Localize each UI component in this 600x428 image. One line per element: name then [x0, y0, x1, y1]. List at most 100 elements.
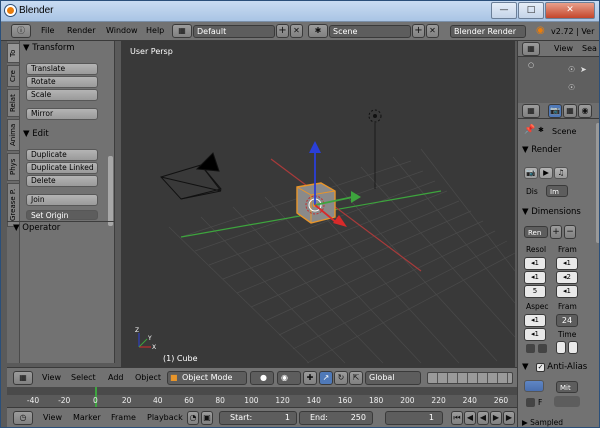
tab-relations[interactable]: Relat — [7, 89, 20, 117]
properties-type-icon[interactable]: ▦ — [522, 104, 540, 118]
resolution-y-field[interactable]: ◂1 — [524, 271, 546, 284]
scene-field[interactable]: Scene — [329, 25, 411, 38]
frame-start-field[interactable]: ◂1 — [556, 257, 578, 270]
transform-panel-header[interactable]: ▼ Transform — [23, 43, 109, 53]
outliner-view-menu[interactable]: View — [554, 44, 573, 53]
menu-object[interactable]: Object — [135, 373, 161, 382]
menu-view[interactable]: View — [42, 373, 61, 382]
menu-render[interactable]: Render — [67, 26, 95, 35]
scale-manipulator-icon[interactable]: ⇱ — [349, 371, 363, 385]
resolution-x-field[interactable]: ◂1 — [524, 257, 546, 270]
sampled-motion-blur-header[interactable]: ▶ Sampled — [522, 418, 563, 427]
outliner-search-menu[interactable]: Sea — [582, 44, 597, 53]
menu-add[interactable]: Add — [108, 373, 124, 382]
menu-frame[interactable]: Frame — [111, 413, 136, 422]
interaction-mode-select[interactable]: Object Mode — [167, 371, 247, 385]
render-audio-button[interactable]: ♫ — [554, 167, 568, 179]
rotate-button[interactable]: Rotate — [26, 76, 98, 88]
duplicate-linked-button[interactable]: Duplicate Linked — [26, 162, 98, 174]
dimensions-panel-header[interactable]: ▼ Dimensions — [522, 207, 581, 217]
start-frame-field[interactable]: Start: 1 — [219, 411, 297, 425]
render-still-button[interactable]: 📷 — [524, 167, 538, 179]
tab-create[interactable]: Cre — [7, 65, 20, 87]
aa-samples-5[interactable] — [524, 380, 544, 392]
timeline-ruler[interactable]: -40 -20 0 20 40 60 80 100 120 140 160 180 200 220 240 2… — [7, 387, 517, 407]
add-preset-icon[interactable]: + — [550, 225, 562, 239]
pivot-select[interactable]: ◉ — [277, 371, 301, 385]
time-new-field[interactable] — [568, 341, 578, 354]
render-tab-icon[interactable]: 📷 — [548, 104, 562, 118]
outliner-row-icon[interactable]: ○ — [528, 61, 534, 69]
layer-buttons[interactable] — [427, 372, 513, 384]
screen-layout-field[interactable]: Default — [193, 25, 275, 38]
tab-tools[interactable]: To — [7, 43, 20, 63]
prev-keyframe-icon[interactable]: ◀ — [464, 411, 476, 425]
render-engine-select[interactable]: Blender Render — [450, 25, 526, 38]
visibility-eye-icon[interactable]: ☉ — [568, 83, 575, 92]
menu-marker[interactable]: Marker — [73, 413, 101, 422]
scene-icon[interactable]: ✱ — [308, 24, 328, 38]
anti-alias-panel-header[interactable]: ▼ ✓ Anti-Alias — [522, 362, 587, 372]
add-screen-icon[interactable]: + — [276, 24, 289, 38]
set-origin-select[interactable]: Set Origin — [26, 210, 98, 220]
delete-button[interactable]: Delete — [26, 175, 98, 187]
render-preset-select[interactable]: Ren — [524, 226, 548, 238]
pin-icon[interactable]: 📌 — [524, 125, 535, 135]
jump-start-icon[interactable]: ⏮ — [451, 411, 463, 425]
operator-panel-header[interactable]: ▼ Operator — [13, 223, 99, 233]
lamp-object[interactable] — [368, 109, 382, 189]
camera-object[interactable] — [160, 152, 222, 200]
selectable-arrow-icon[interactable]: ➤ — [580, 65, 587, 74]
render-layers-tab-icon[interactable]: ▦ — [563, 104, 577, 118]
aa-filter-select[interactable]: Mit — [556, 381, 578, 393]
play-icon[interactable]: ▶ — [490, 411, 502, 425]
frame-end-field[interactable]: ◂2 — [556, 271, 578, 284]
filter-size-field[interactable] — [554, 396, 580, 407]
outliner-type-icon[interactable]: ▦ — [522, 42, 540, 56]
frame-step-field[interactable]: ◂1 — [556, 285, 578, 298]
full-sample-checkbox[interactable] — [526, 398, 535, 407]
lock-icon[interactable]: ▣ — [201, 411, 213, 425]
scale-button[interactable]: Scale — [26, 89, 98, 101]
outliner-tree[interactable]: ○ ☉ ➤ ☉ — [518, 57, 599, 103]
next-keyframe-icon[interactable]: ▶ — [503, 411, 515, 425]
resolution-percent-field[interactable]: 5 — [524, 285, 546, 298]
play-reverse-icon[interactable]: ◀ — [477, 411, 489, 425]
close-button[interactable]: ✕ — [545, 2, 595, 19]
menu-select[interactable]: Select — [71, 373, 96, 382]
edit-panel-header[interactable]: ▼ Edit — [23, 129, 109, 139]
menu-playback[interactable]: Playback — [147, 413, 183, 422]
translate-manipulator-icon[interactable]: ↗ — [319, 371, 333, 385]
crop-checkbox[interactable] — [538, 344, 547, 353]
tool-shelf-scrollbar[interactable] — [108, 156, 113, 226]
render-animation-button[interactable]: ▶ — [539, 167, 553, 179]
frame-rate-select[interactable]: 24 — [556, 314, 578, 327]
shading-select[interactable]: ● — [250, 371, 274, 385]
anti-alias-checkbox[interactable]: ✓ — [536, 363, 545, 372]
menu-window[interactable]: Window — [106, 26, 138, 35]
editor-type-icon[interactable]: ▦ — [13, 371, 33, 385]
remove-screen-icon[interactable]: ✕ — [290, 24, 303, 38]
end-frame-field[interactable]: End: 250 — [299, 411, 373, 425]
duplicate-button[interactable]: Duplicate — [26, 149, 98, 161]
translate-button[interactable]: Translate — [26, 63, 98, 75]
remove-scene-icon[interactable]: ✕ — [426, 24, 439, 38]
editor-type-icon[interactable]: ⓘ — [11, 24, 31, 38]
aspect-x-field[interactable]: ◂1 — [524, 314, 546, 327]
mirror-button[interactable]: Mirror — [26, 108, 98, 120]
render-panel-header[interactable]: ▼ Render — [522, 145, 562, 155]
screen-layout-icon[interactable]: ▦ — [172, 24, 192, 38]
tab-physics[interactable]: Phys — [7, 153, 20, 181]
tab-animation[interactable]: Anima — [7, 119, 20, 151]
maximize-button[interactable]: □ — [518, 2, 544, 19]
editor-type-icon[interactable]: ◷ — [13, 411, 33, 425]
menu-view[interactable]: View — [43, 413, 62, 422]
aspect-y-field[interactable]: ◂1 — [524, 328, 546, 341]
time-old-field[interactable] — [556, 341, 566, 354]
current-frame-field[interactable]: 1 — [385, 411, 443, 425]
visibility-eye-icon[interactable]: ☉ — [568, 65, 575, 74]
properties-scrollbar[interactable] — [596, 123, 599, 243]
menu-file[interactable]: File — [41, 26, 54, 35]
remove-preset-icon[interactable]: − — [564, 225, 576, 239]
3d-viewport[interactable]: User Persp (1) Cube Z X Y — [121, 41, 515, 367]
